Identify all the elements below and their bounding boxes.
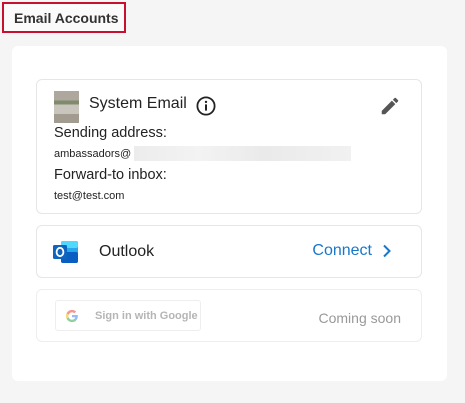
outlook-card: Outlook Connect <box>36 225 422 278</box>
coming-soon-label: Coming soon <box>318 310 402 326</box>
outlook-name: Outlook <box>99 243 155 260</box>
info-icon[interactable] <box>196 96 216 116</box>
sign-in-with-google-button: Sign in with Google <box>55 300 201 331</box>
chevron-right-icon <box>383 244 391 258</box>
google-button-label: Sign in with Google <box>95 309 198 322</box>
edit-pencil-icon[interactable] <box>379 95 401 117</box>
sending-address-label: Sending address: <box>54 125 167 141</box>
redacted-address <box>134 146 351 161</box>
google-g-icon <box>65 309 78 322</box>
connect-outlook-button[interactable]: Connect <box>312 242 392 260</box>
outlook-icon <box>53 241 78 263</box>
avatar <box>54 91 79 123</box>
forward-to-label: Forward-to inbox: <box>54 167 167 183</box>
system-email-card: System Email Sending address: ambassador… <box>36 79 422 214</box>
sending-address-value: ambassadors@ <box>54 148 132 160</box>
page-title-text: Email Accounts <box>14 9 119 26</box>
google-card: Sign in with Google Coming soon <box>36 289 422 342</box>
connect-label: Connect <box>312 242 372 259</box>
page-title: Email Accounts <box>2 2 126 33</box>
email-accounts-panel: System Email Sending address: ambassador… <box>12 46 447 381</box>
forward-to-value: test@test.com <box>54 190 125 202</box>
system-email-title: System Email <box>89 95 187 112</box>
